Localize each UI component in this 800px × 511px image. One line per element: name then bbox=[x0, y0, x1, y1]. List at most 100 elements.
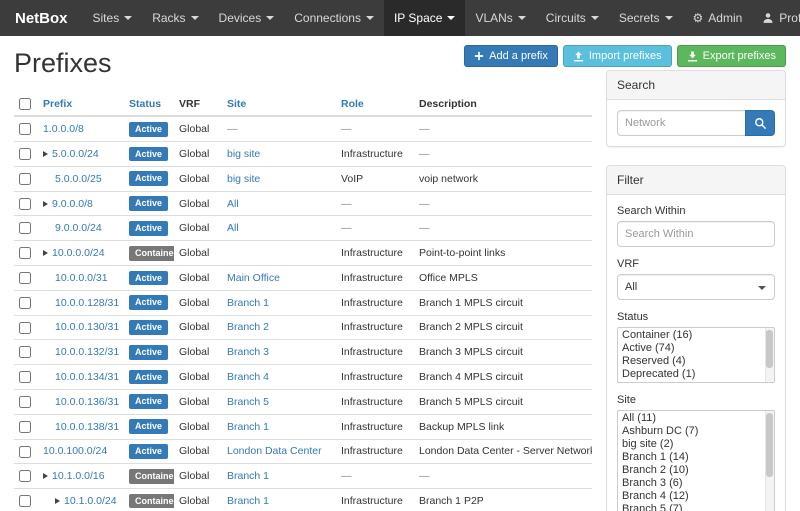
prefix-link[interactable]: 10.0.0.134/31 bbox=[55, 371, 119, 383]
status-badge: Active bbox=[129, 147, 168, 162]
site-link[interactable]: Branch 1 bbox=[227, 421, 269, 433]
scrollbar[interactable] bbox=[765, 328, 774, 382]
search-icon bbox=[754, 117, 767, 130]
site-cell: — bbox=[222, 116, 336, 141]
row-checkbox[interactable] bbox=[19, 272, 31, 284]
nav-item-vlans[interactable]: VLANs bbox=[465, 0, 535, 36]
scrollbar-thumb[interactable] bbox=[766, 413, 773, 477]
import-prefixes-button[interactable]: Import prefixes bbox=[563, 45, 672, 67]
nav-item-devices[interactable]: Devices bbox=[209, 0, 285, 36]
row-checkbox[interactable] bbox=[19, 396, 31, 408]
row-checkbox[interactable] bbox=[19, 297, 31, 309]
scrollbar[interactable] bbox=[765, 411, 774, 511]
vrf-cell: Global bbox=[174, 489, 222, 511]
status-badge: Active bbox=[129, 394, 168, 409]
row-checkbox[interactable] bbox=[19, 198, 31, 210]
status-multiselect[interactable]: Container (16)Active (74)Reserved (4)Dep… bbox=[617, 327, 775, 383]
multiselect-option[interactable]: Ashburn DC (7) bbox=[619, 425, 763, 438]
site-link[interactable]: Branch 5 bbox=[227, 396, 269, 408]
prefix-link[interactable]: 10.0.0.132/31 bbox=[55, 346, 119, 358]
nav-item-ip-space[interactable]: IP Space bbox=[384, 0, 465, 36]
row-checkbox[interactable] bbox=[19, 421, 31, 433]
site-link[interactable]: Branch 1 bbox=[227, 297, 269, 309]
row-checkbox[interactable] bbox=[19, 495, 31, 507]
nav-item-connections[interactable]: Connections bbox=[284, 0, 384, 36]
column-header-role[interactable]: Role bbox=[341, 98, 364, 110]
empty-value: — bbox=[419, 470, 430, 482]
multiselect-option[interactable]: Branch 2 (10) bbox=[619, 464, 763, 477]
row-checkbox[interactable] bbox=[19, 371, 31, 383]
prefix-link[interactable]: 10.0.100.0/24 bbox=[43, 445, 107, 457]
site-link[interactable]: All bbox=[227, 198, 239, 210]
nav-item-label: Profile bbox=[779, 11, 800, 25]
multiselect-option[interactable]: Deprecated (1) bbox=[619, 368, 763, 381]
vrf-cell: Global bbox=[174, 439, 222, 464]
site-link[interactable]: Branch 2 bbox=[227, 321, 269, 333]
export-prefixes-button[interactable]: Export prefixes bbox=[677, 45, 786, 67]
vrf-select[interactable]: All bbox=[617, 274, 775, 300]
site-link[interactable]: Branch 1 bbox=[227, 495, 269, 507]
scrollbar-thumb[interactable] bbox=[766, 330, 773, 368]
prefix-link[interactable]: 5.0.0.0/24 bbox=[52, 148, 99, 160]
row-checkbox[interactable] bbox=[19, 222, 31, 234]
search-within-input[interactable] bbox=[617, 221, 775, 247]
multiselect-option[interactable]: big site (2) bbox=[619, 438, 763, 451]
column-header-site[interactable]: Site bbox=[227, 98, 246, 110]
row-checkbox[interactable] bbox=[19, 247, 31, 259]
nav-item-admin[interactable]: ⚙ Admin bbox=[683, 0, 753, 36]
add-a-prefix-button[interactable]: Add a prefix bbox=[464, 45, 558, 67]
prefix-link[interactable]: 10.0.0.130/31 bbox=[55, 321, 119, 333]
prefix-link[interactable]: 10.0.0.128/31 bbox=[55, 297, 119, 309]
search-input[interactable] bbox=[617, 110, 746, 136]
row-checkbox[interactable] bbox=[19, 446, 31, 458]
expand-arrow-icon bbox=[43, 201, 48, 207]
prefix-link[interactable]: 5.0.0.0/25 bbox=[55, 173, 102, 185]
multiselect-option[interactable]: Branch 3 (6) bbox=[619, 477, 763, 490]
site-link[interactable]: Branch 1 bbox=[227, 470, 269, 482]
row-checkbox[interactable] bbox=[19, 470, 31, 482]
role-cell: Infrastructure bbox=[336, 315, 414, 340]
multiselect-option[interactable]: Branch 5 (7) bbox=[619, 503, 763, 511]
multiselect-option[interactable]: All (11) bbox=[619, 412, 763, 425]
row-checkbox[interactable] bbox=[19, 148, 31, 160]
site-link[interactable]: All bbox=[227, 222, 239, 234]
prefix-link[interactable]: 9.0.0.0/8 bbox=[52, 198, 93, 210]
multiselect-option[interactable]: Active (74) bbox=[619, 342, 763, 355]
site-link[interactable]: Main Office bbox=[227, 272, 280, 284]
prefix-link[interactable]: 10.0.0.138/31 bbox=[55, 421, 119, 433]
nav-item-secrets[interactable]: Secrets bbox=[609, 0, 683, 36]
site-cell: Branch 1 bbox=[222, 464, 336, 489]
prefix-link[interactable]: 10.0.0.0/24 bbox=[52, 247, 105, 259]
prefix-link[interactable]: 1.0.0.0/8 bbox=[43, 123, 84, 135]
multiselect-option[interactable]: Reserved (4) bbox=[619, 355, 763, 368]
search-button[interactable] bbox=[745, 110, 775, 136]
prefix-link[interactable]: 10.0.0.136/31 bbox=[55, 396, 119, 408]
site-multiselect[interactable]: All (11)Ashburn DC (7)big site (2)Branch… bbox=[617, 410, 775, 511]
multiselect-option[interactable]: Container (16) bbox=[619, 329, 763, 342]
site-link[interactable]: Branch 3 bbox=[227, 346, 269, 358]
row-checkbox[interactable] bbox=[19, 322, 31, 334]
row-checkbox[interactable] bbox=[19, 123, 31, 135]
site-link[interactable]: London Data Center bbox=[227, 445, 322, 457]
site-link[interactable]: Branch 4 bbox=[227, 371, 269, 383]
prefix-link[interactable]: 10.1.0.0/24 bbox=[64, 495, 117, 507]
brand[interactable]: NetBox bbox=[0, 0, 83, 36]
row-checkbox[interactable] bbox=[19, 173, 31, 185]
column-header-status[interactable]: Status bbox=[129, 98, 161, 110]
nav-item-sites[interactable]: Sites bbox=[83, 0, 143, 36]
prefix-link[interactable]: 9.0.0.0/24 bbox=[55, 222, 102, 234]
nav-item-profile[interactable]: Profile bbox=[752, 0, 800, 36]
nav-item-racks[interactable]: Racks bbox=[142, 0, 208, 36]
table-row: 10.1.0.0/24ContainerGlobalBranch 1Infras… bbox=[14, 489, 592, 511]
prefix-link[interactable]: 10.0.0.0/31 bbox=[55, 272, 108, 284]
site-link[interactable]: big site bbox=[227, 173, 260, 185]
column-header-prefix[interactable]: Prefix bbox=[43, 98, 72, 110]
row-checkbox[interactable] bbox=[19, 346, 31, 358]
prefix-link[interactable]: 10.1.0.0/16 bbox=[52, 470, 105, 482]
multiselect-option[interactable]: Branch 1 (14) bbox=[619, 451, 763, 464]
select-all-checkbox[interactable] bbox=[19, 98, 31, 110]
nav-item-circuits[interactable]: Circuits bbox=[536, 0, 609, 36]
multiselect-option[interactable]: Branch 4 (12) bbox=[619, 490, 763, 503]
role-cell: Infrastructure bbox=[336, 142, 414, 167]
site-link[interactable]: big site bbox=[227, 148, 260, 160]
